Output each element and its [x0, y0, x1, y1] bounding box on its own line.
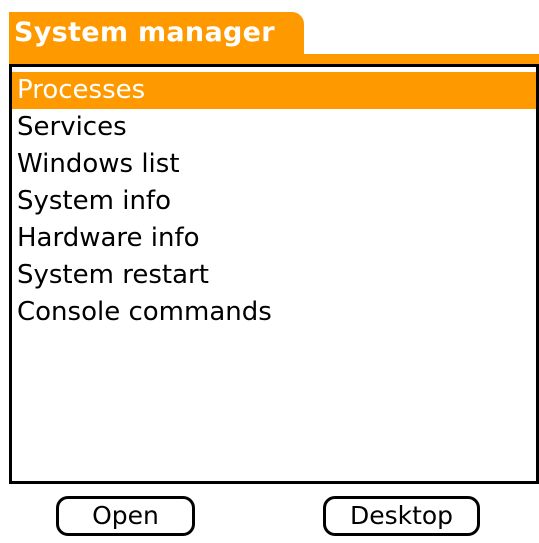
menu-item-system-info[interactable]: System info [12, 183, 536, 220]
menu-item-console-commands[interactable]: Console commands [12, 294, 536, 331]
menu-item-services[interactable]: Services [12, 109, 536, 146]
menu-item-system-restart[interactable]: System restart [12, 257, 536, 294]
menu-item-hardware-info[interactable]: Hardware info [12, 220, 536, 257]
window-title: System manager [9, 12, 304, 54]
title-rule [9, 54, 539, 64]
desktop-button[interactable]: Desktop [323, 496, 480, 536]
menu-item-windows-list[interactable]: Windows list [12, 146, 536, 183]
menu-item-processes[interactable]: Processes [12, 72, 536, 109]
menu-list: Processes Services Windows list System i… [9, 64, 539, 484]
open-button[interactable]: Open [56, 496, 195, 536]
